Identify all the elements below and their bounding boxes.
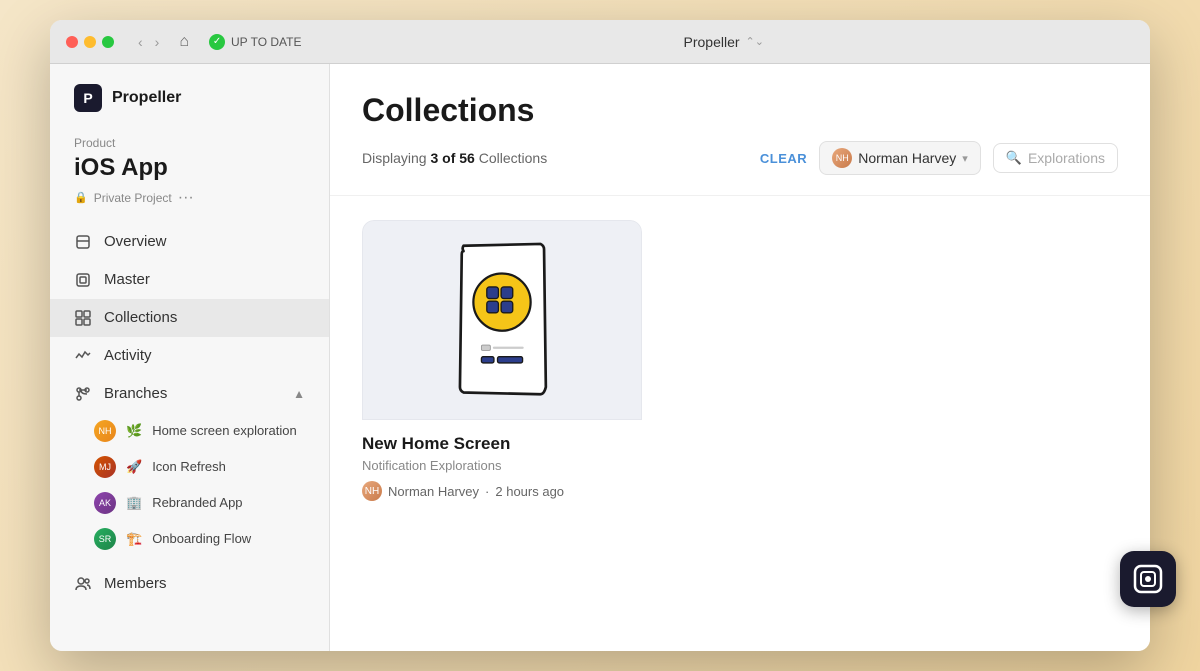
sync-status: ✓ UP TO DATE xyxy=(209,34,301,50)
sidebar-item-activity[interactable]: Activity xyxy=(50,337,329,375)
branches-list: NH 🌿 Home screen exploration MJ 🚀 Icon R… xyxy=(50,413,329,565)
user-filter-dropdown[interactable]: NH Norman Harvey ▾ xyxy=(819,141,981,175)
branches-toggle-icon: ▲ xyxy=(293,387,305,401)
main-layout: P Propeller Product iOS App 🔒 Private Pr… xyxy=(50,64,1150,651)
sidebar-item-master[interactable]: Master xyxy=(50,261,329,299)
project-meta: 🔒 Private Project ··· xyxy=(74,189,305,207)
sidebar-logo: P Propeller xyxy=(50,64,329,128)
project-meta-text: Private Project xyxy=(94,191,172,205)
members-icon xyxy=(74,575,92,593)
content-area: Collections Displaying 3 of 56 Collectio… xyxy=(330,64,1150,651)
branch-label-3: Rebranded App xyxy=(152,495,242,510)
app-name: Propeller xyxy=(112,89,181,107)
author-name: Norman Harvey xyxy=(388,484,479,499)
filter-user-name: Norman Harvey xyxy=(858,150,956,166)
search-box[interactable]: 🔍 Explorations xyxy=(993,143,1118,173)
dropdown-chevron-icon: ▾ xyxy=(962,152,968,165)
card-subtitle: Notification Explorations xyxy=(362,458,642,473)
project-label: Product xyxy=(74,136,305,150)
forward-button[interactable]: › xyxy=(151,32,164,52)
master-icon xyxy=(74,271,92,289)
logo-icon: P xyxy=(74,84,102,112)
branch-icon-1: 🌿 xyxy=(126,423,142,439)
branches-label: Branches xyxy=(104,385,167,402)
displaying-count: Displaying 3 of 56 Collections xyxy=(362,150,547,166)
window-title: Propeller ⌃⌄ xyxy=(313,34,1134,50)
branch-item-home-exploration[interactable]: NH 🌿 Home screen exploration xyxy=(50,413,329,449)
home-button[interactable]: ⌂ xyxy=(179,33,189,51)
branch-label-1: Home screen exploration xyxy=(152,423,297,438)
maximize-button[interactable] xyxy=(102,36,114,48)
sidebar: P Propeller Product iOS App 🔒 Private Pr… xyxy=(50,64,330,651)
branch-item-onboarding-flow[interactable]: SR 🏗️ Onboarding Flow xyxy=(50,521,329,557)
lock-icon: 🔒 xyxy=(74,191,88,204)
sidebar-item-collections[interactable]: Collections xyxy=(50,299,329,337)
activity-label: Activity xyxy=(104,347,152,364)
back-button[interactable]: ‹ xyxy=(134,32,147,52)
filters: CLEAR NH Norman Harvey ▾ 🔍 Explorations xyxy=(760,141,1118,175)
title-chevron-icon: ⌃⌄ xyxy=(746,35,764,48)
time-ago: 2 hours ago xyxy=(495,484,564,499)
clear-button[interactable]: CLEAR xyxy=(760,151,807,166)
branch-icon-2: 🚀 xyxy=(126,459,142,475)
card-preview xyxy=(362,220,642,420)
members-label: Members xyxy=(104,575,167,592)
branch-avatar-4: SR xyxy=(94,528,116,550)
phone-sketch-svg xyxy=(437,235,567,405)
branches-icon xyxy=(74,385,92,403)
card-title: New Home Screen xyxy=(362,434,642,454)
branch-icon-3: 🏢 xyxy=(126,495,142,511)
overview-icon xyxy=(74,233,92,251)
card-info: New Home Screen Notification Exploration… xyxy=(362,420,642,515)
branch-avatar-3: AK xyxy=(94,492,116,514)
branch-label-2: Icon Refresh xyxy=(152,459,226,474)
branch-label-4: Onboarding Flow xyxy=(152,531,251,546)
app-window: ‹ › ⌂ ✓ UP TO DATE Propeller ⌃⌄ P Propel… xyxy=(50,20,1150,651)
filter-avatar: NH xyxy=(832,148,852,168)
close-button[interactable] xyxy=(66,36,78,48)
search-text: Explorations xyxy=(1028,150,1105,166)
sync-label: UP TO DATE xyxy=(231,35,301,49)
content-body: New Home Screen Notification Exploration… xyxy=(330,196,1150,651)
collections-label: Collections xyxy=(104,309,177,326)
author-avatar: NH xyxy=(362,481,382,501)
project-name: iOS App xyxy=(74,154,305,183)
nav-arrows: ‹ › xyxy=(134,32,163,52)
branch-avatar-1: NH xyxy=(94,420,116,442)
sidebar-item-overview[interactable]: Overview xyxy=(50,223,329,261)
abstract-app-icon[interactable] xyxy=(1120,551,1176,607)
card-author: NH Norman Harvey · 2 hours ago xyxy=(362,481,642,501)
content-header: Collections Displaying 3 of 56 Collectio… xyxy=(330,64,1150,196)
sync-icon: ✓ xyxy=(209,34,225,50)
overview-label: Overview xyxy=(104,233,167,250)
collection-card[interactable]: New Home Screen Notification Exploration… xyxy=(362,220,642,515)
sidebar-item-members[interactable]: Members xyxy=(50,565,329,603)
title-bar: ‹ › ⌂ ✓ UP TO DATE Propeller ⌃⌄ xyxy=(50,20,1150,64)
master-label: Master xyxy=(104,271,150,288)
content-meta: Displaying 3 of 56 Collections CLEAR NH … xyxy=(362,141,1118,175)
branch-item-icon-refresh[interactable]: MJ 🚀 Icon Refresh xyxy=(50,449,329,485)
page-title: Collections xyxy=(362,92,1118,129)
traffic-lights xyxy=(66,36,114,48)
project-section: Product iOS App 🔒 Private Project ··· xyxy=(50,128,329,223)
minimize-button[interactable] xyxy=(84,36,96,48)
sidebar-item-branches[interactable]: Branches ▲ xyxy=(50,375,329,413)
branch-item-rebranded-app[interactable]: AK 🏢 Rebranded App xyxy=(50,485,329,521)
search-icon: 🔍 xyxy=(1006,150,1022,166)
collections-icon xyxy=(74,309,92,327)
more-options-button[interactable]: ··· xyxy=(178,189,194,207)
activity-icon xyxy=(74,347,92,365)
author-separator: · xyxy=(485,484,489,499)
branch-avatar-2: MJ xyxy=(94,456,116,478)
branch-icon-4: 🏗️ xyxy=(126,531,142,547)
sidebar-nav: Overview Master xyxy=(50,223,329,651)
